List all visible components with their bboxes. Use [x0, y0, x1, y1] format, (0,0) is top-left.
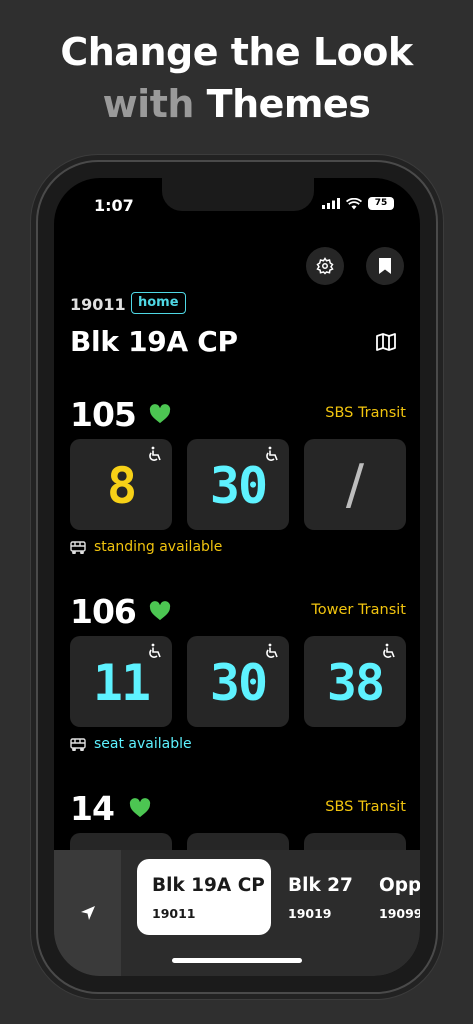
operator-name: Tower Transit [311, 602, 406, 618]
arrival-card[interactable]: 38 [304, 636, 406, 727]
eta-minutes: 30 [209, 457, 268, 515]
arrival-cards: 11 30 38 [70, 636, 406, 727]
wheelchair-icon [149, 446, 161, 461]
arrival-card[interactable]: / [304, 439, 406, 530]
service-number: 106 [70, 592, 137, 631]
settings-icon [316, 257, 334, 275]
load-text: seat available [94, 736, 192, 752]
operator-name: SBS Transit [325, 799, 406, 815]
stop-tab-19019[interactable]: Blk 27 19019 [288, 859, 378, 935]
stop-tab-code: 19011 [152, 906, 196, 921]
arrival-card[interactable]: 11 [70, 636, 172, 727]
eta-minutes: 38 [326, 654, 385, 712]
arrival-cards: 8 30 / [70, 439, 406, 530]
stop-code: 19011 [70, 295, 126, 314]
headline-line-1: Change the Look [60, 30, 413, 74]
settings-button[interactable] [306, 247, 344, 285]
signal-icon [322, 198, 340, 209]
arrival-card[interactable]: 8 [70, 439, 172, 530]
stop-tab-code: 19099 [379, 906, 420, 921]
eta-minutes: 8 [106, 457, 137, 515]
eta-minutes: 30 [209, 654, 268, 712]
eta-unavailable: / [345, 453, 365, 516]
stop-name: Blk 19A CP [70, 325, 238, 358]
wheelchair-icon [149, 643, 161, 658]
stop-tab-name: Opp [379, 875, 420, 896]
wheelchair-icon [266, 446, 278, 461]
phone-frame: 1:07 75 19011 home Blk 19A CP 105 SBS Tr… [36, 160, 438, 994]
arrival-card[interactable]: 30 [187, 636, 289, 727]
load-text: standing available [94, 539, 223, 555]
wheelchair-icon [383, 643, 395, 658]
eta-minutes: 11 [92, 654, 151, 712]
service-header: 105 SBS Transit [70, 395, 406, 435]
stop-tab-19011[interactable]: Blk 19A CP 19011 [137, 859, 271, 935]
map-button[interactable] [376, 333, 396, 355]
heart-icon[interactable] [149, 404, 171, 424]
wifi-icon [346, 197, 362, 209]
heart-icon[interactable] [129, 798, 151, 818]
app-screen: 1:07 75 19011 home Blk 19A CP 105 SBS Tr… [54, 178, 420, 976]
service-number: 14 [70, 789, 115, 828]
service-14[interactable]: 14 SBS Transit [70, 789, 406, 924]
heart-icon[interactable] [149, 601, 171, 621]
stop-tab-name: Blk 27 [288, 875, 353, 896]
service-header: 106 Tower Transit [70, 592, 406, 632]
home-indicator[interactable] [172, 958, 302, 963]
battery-level: 75 [368, 197, 394, 210]
headline-line-2: with Themes [0, 78, 473, 130]
load-status: seat available [70, 736, 192, 752]
stop-tag[interactable]: home [131, 292, 186, 314]
service-number: 105 [70, 395, 137, 434]
notch [162, 178, 314, 211]
load-status: standing available [70, 539, 222, 555]
map-icon [376, 333, 396, 351]
location-button[interactable] [54, 850, 121, 976]
location-arrow-icon [80, 906, 95, 920]
operator-name: SBS Transit [325, 405, 406, 421]
arrival-card[interactable]: 30 [187, 439, 289, 530]
bus-double-decker-icon [70, 540, 86, 554]
headline-themes: Themes [206, 82, 371, 126]
status-indicators: 75 [322, 197, 394, 210]
stop-tab-code: 19019 [288, 906, 332, 921]
status-time: 1:07 [94, 196, 134, 215]
service-105[interactable]: 105 SBS Transit 8 30 / standing availabl… [70, 395, 406, 555]
bookmark-button[interactable] [366, 247, 404, 285]
stop-tab-19099[interactable]: Opp 19099 [379, 859, 420, 935]
stop-tab-name: Blk 19A CP [152, 875, 265, 896]
service-header: 14 SBS Transit [70, 789, 406, 829]
service-106[interactable]: 106 Tower Transit 11 30 38 seat availabl… [70, 592, 406, 752]
headline-with: with [102, 82, 195, 126]
bookmark-icon [379, 258, 391, 274]
wheelchair-icon [266, 643, 278, 658]
bus-double-decker-icon [70, 737, 86, 751]
